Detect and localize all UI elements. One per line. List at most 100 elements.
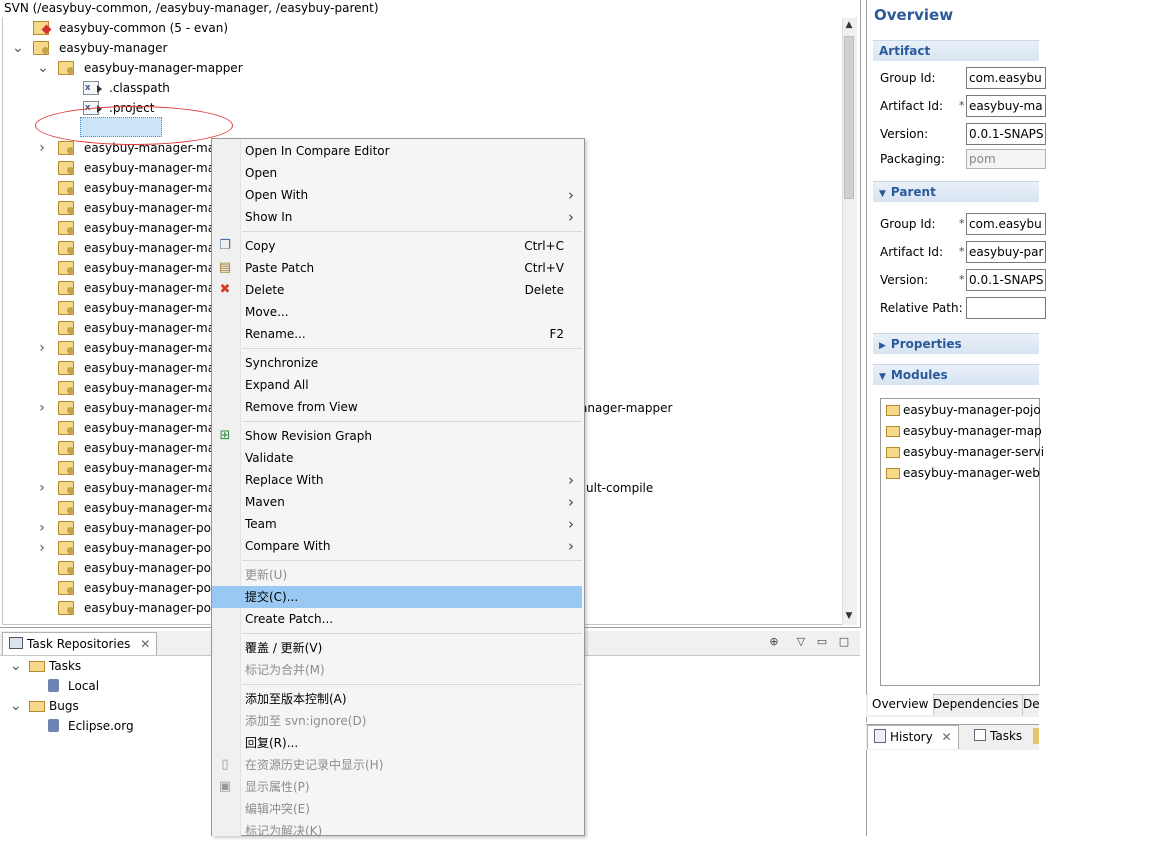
add-repository-icon[interactable]: ⊕ bbox=[767, 635, 781, 649]
section-label: Properties bbox=[890, 337, 962, 351]
module-label: easybuy-manager-pojo bbox=[903, 403, 1041, 417]
context-menu-item[interactable]: ❐ Copy Ctrl+C bbox=[212, 235, 582, 257]
context-menu-item[interactable]: Compare With › bbox=[212, 535, 582, 557]
context-menu-item[interactable]: Rename... F2 bbox=[212, 323, 582, 345]
tree-row[interactable]: ⌄ easybuy-manager-mapper bbox=[0, 58, 840, 78]
chevron-right-icon[interactable]: › bbox=[37, 338, 47, 358]
context-menu-item[interactable]: Remove from View bbox=[212, 396, 582, 418]
chevron-right-icon[interactable]: › bbox=[37, 538, 47, 558]
context-menu-item[interactable]: 回复(R)... bbox=[212, 732, 582, 754]
chevron-right-icon[interactable]: › bbox=[37, 138, 47, 158]
chevron-right-icon[interactable]: › bbox=[37, 398, 47, 418]
section-modules[interactable]: ▼ Modules bbox=[873, 364, 1039, 385]
context-menu-item[interactable]: Team › bbox=[212, 513, 582, 535]
module-label: easybuy-manager-servi bbox=[903, 445, 1045, 459]
project-folder-icon bbox=[58, 261, 74, 275]
tab-history[interactable]: History ✕ bbox=[867, 725, 959, 749]
context-menu-item[interactable]: ⊞ Show Revision Graph bbox=[212, 425, 582, 447]
context-menu-item[interactable]: Replace With › bbox=[212, 469, 582, 491]
context-menu-item[interactable]: Show In › bbox=[212, 206, 582, 228]
category-folder-icon bbox=[29, 661, 45, 672]
tree-item-label: easybuy-manager-ma bbox=[84, 261, 216, 275]
tree-item-label: easybuy-manager-ma bbox=[84, 361, 216, 375]
tab-dependencies[interactable]: Dependencies bbox=[929, 694, 1024, 715]
group-id-field[interactable]: com.easybu bbox=[966, 67, 1046, 89]
submenu-arrow-icon: › bbox=[568, 493, 574, 511]
project-folder-icon bbox=[58, 501, 74, 515]
tree-item-label: easybuy-manager-ma bbox=[84, 421, 216, 435]
svn-header: SVN (/easybuy-common, /easybuy-manager, … bbox=[4, 1, 379, 15]
context-menu-item[interactable]: 添加至版本控制(A) bbox=[212, 688, 582, 710]
section-artifact[interactable]: Artifact bbox=[873, 40, 1039, 61]
scrollbar-thumb[interactable] bbox=[844, 36, 854, 199]
parent-group-id-field[interactable]: com.easybu bbox=[966, 213, 1046, 235]
project-folder-icon bbox=[58, 561, 74, 575]
section-label: Parent bbox=[890, 185, 936, 199]
menu-item-label: 在资源历史记录中显示(H) bbox=[245, 758, 384, 772]
overview-title: Overview bbox=[874, 6, 954, 24]
chevron-down-icon[interactable]: ⌄ bbox=[10, 696, 22, 716]
task-tree-row[interactable]: Local bbox=[0, 676, 205, 696]
section-properties[interactable]: ▶ Properties bbox=[873, 333, 1039, 354]
artifact-id-field[interactable]: easybuy-ma bbox=[966, 95, 1046, 117]
history-icon bbox=[874, 729, 886, 743]
chevron-down-icon[interactable]: ⌄ bbox=[12, 38, 24, 58]
project-folder-icon bbox=[58, 301, 74, 315]
view-menu-icon[interactable]: ▽ bbox=[794, 635, 808, 649]
project-folder-icon bbox=[58, 481, 74, 495]
parent-artifact-id-field[interactable]: easybuy-par bbox=[966, 241, 1046, 263]
module-item[interactable]: easybuy-manager-pojo bbox=[886, 403, 1041, 417]
chevron-down-icon[interactable]: ⌄ bbox=[10, 656, 22, 676]
packaging-field[interactable]: pom bbox=[966, 149, 1046, 169]
menu-separator bbox=[242, 560, 582, 561]
module-item[interactable]: easybuy-manager-servi bbox=[886, 445, 1044, 459]
context-menu-item[interactable]: Move... bbox=[212, 301, 582, 323]
close-icon[interactable]: ✕ bbox=[942, 730, 952, 744]
context-menu-item[interactable]: Create Patch... bbox=[212, 608, 582, 630]
scroll-down-icon[interactable]: ▼ bbox=[844, 609, 854, 623]
context-menu-item[interactable]: 提交(C)... bbox=[212, 586, 582, 608]
minimize-icon[interactable]: ▭ bbox=[815, 635, 829, 649]
tab-task-repositories[interactable]: Task Repositories ✕ bbox=[2, 632, 158, 655]
chevron-right-icon[interactable]: › bbox=[37, 518, 47, 538]
tree-row[interactable]: X .classpath bbox=[0, 78, 840, 98]
tree-item-label: easybuy-manager-ma bbox=[84, 201, 216, 215]
chevron-down-icon[interactable]: ⌄ bbox=[37, 58, 49, 78]
close-icon[interactable]: ✕ bbox=[140, 637, 150, 651]
chevron-right-icon[interactable]: › bbox=[37, 478, 47, 498]
context-menu-item[interactable]: Synchronize bbox=[212, 352, 582, 374]
context-menu-item[interactable]: Validate bbox=[212, 447, 582, 469]
task-tree-row[interactable]: Eclipse.org bbox=[0, 716, 205, 736]
task-tree-row[interactable]: ⌄ Bugs bbox=[0, 696, 205, 716]
tree-item-label: easybuy-manager-ma bbox=[84, 241, 216, 255]
menu-item-label: Delete bbox=[245, 283, 285, 297]
tree-row[interactable]: ⌄ easybuy-manager bbox=[0, 38, 840, 58]
context-menu-item[interactable]: Open bbox=[212, 162, 582, 184]
tab-tasks[interactable]: Tasks bbox=[974, 729, 1022, 743]
submenu-arrow-icon: › bbox=[568, 471, 574, 489]
relative-path-field[interactable] bbox=[966, 297, 1046, 319]
parent-version-field[interactable]: 0.0.1-SNAPS bbox=[966, 269, 1046, 291]
tree-row[interactable]: easybuy-common (5 - evan) bbox=[0, 18, 840, 38]
context-menu-item[interactable]: Open In Compare Editor bbox=[212, 140, 582, 162]
version-field[interactable]: 0.0.1-SNAPS bbox=[966, 123, 1046, 145]
context-menu-item[interactable]: Maven › bbox=[212, 491, 582, 513]
tab-overview[interactable]: Overview bbox=[868, 694, 934, 715]
context-menu-item[interactable]: Expand All bbox=[212, 374, 582, 396]
scroll-up-icon[interactable]: ▲ bbox=[844, 18, 854, 32]
tab-dependency-hierarchy[interactable]: De bbox=[1019, 694, 1044, 715]
context-menu-item[interactable]: ✖ Delete Delete bbox=[212, 279, 582, 301]
maximize-icon[interactable]: □ bbox=[837, 635, 851, 649]
menu-item-label: 标记为合并(M) bbox=[245, 663, 325, 677]
context-menu-item[interactable]: Open With › bbox=[212, 184, 582, 206]
tasks-icon bbox=[974, 729, 986, 741]
context-menu-item[interactable]: 覆盖 / 更新(V) bbox=[212, 637, 582, 659]
menu-item-label: 显示属性(P) bbox=[245, 780, 310, 794]
context-menu-item[interactable]: ▤ Paste Patch Ctrl+V bbox=[212, 257, 582, 279]
tree-item-label: easybuy-manager-ma bbox=[84, 181, 216, 195]
task-tree-row[interactable]: ⌄ Tasks bbox=[0, 656, 205, 676]
section-parent[interactable]: ▼ Parent bbox=[873, 181, 1039, 202]
context-menu-item: 添加至 svn:ignore(D) bbox=[212, 710, 582, 732]
module-item[interactable]: easybuy-manager-web bbox=[886, 466, 1040, 480]
module-item[interactable]: easybuy-manager-map bbox=[886, 424, 1042, 438]
